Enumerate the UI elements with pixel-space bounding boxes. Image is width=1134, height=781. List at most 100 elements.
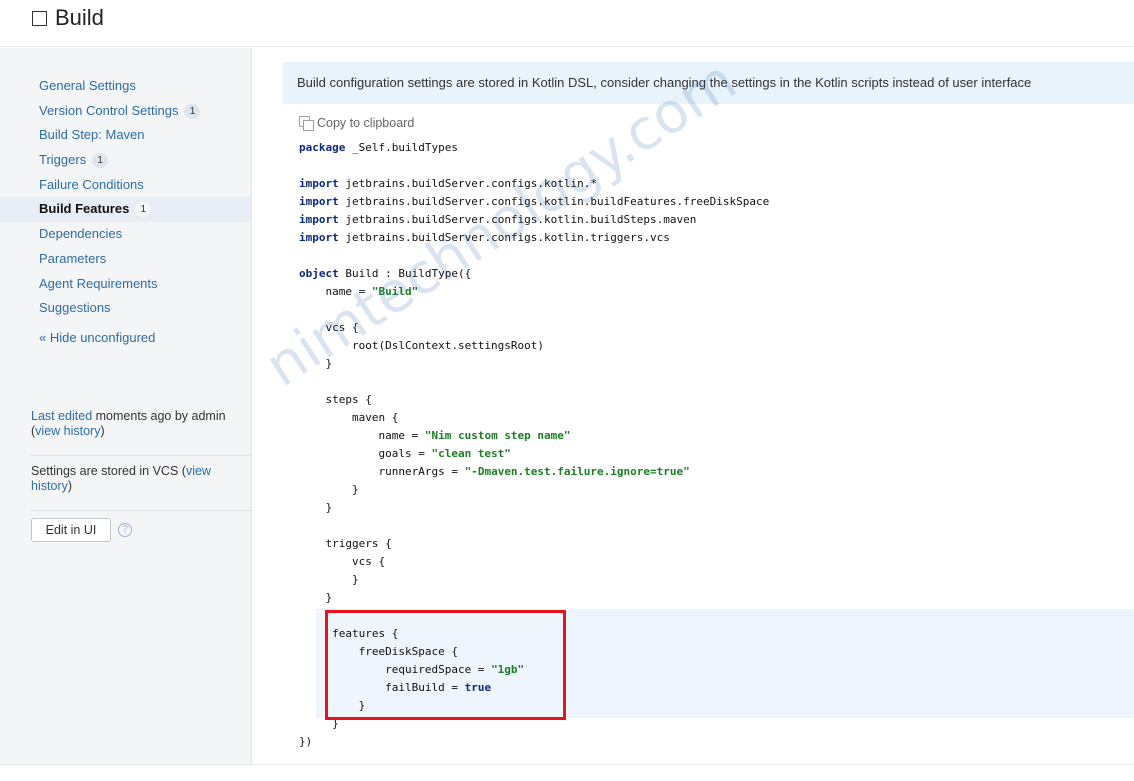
code-line: runnerArgs = "-Dmaven.test.failure.ignor… (299, 463, 769, 481)
sidebar-item-agent-requirements[interactable]: Agent Requirements (0, 272, 251, 297)
code-text: root(DslContext.settingsRoot) (299, 339, 545, 352)
sidebar-item-suggestions[interactable]: Suggestions (0, 296, 251, 321)
code-line: import jetbrains.buildServer.configs.kot… (299, 175, 769, 193)
code-text: name = (299, 429, 425, 442)
code-line: name = "Build" (299, 283, 769, 301)
code-text: runnerArgs = (299, 465, 465, 478)
code-line: import jetbrains.buildServer.configs.kot… (299, 211, 769, 229)
code-line: package _Self.buildTypes (299, 139, 769, 157)
sidebar-item-general-settings[interactable]: General Settings (0, 74, 251, 99)
sidebar-item-triggers[interactable]: Triggers 1 (0, 148, 251, 173)
code-line: steps { (299, 391, 769, 409)
code-line: } (299, 499, 769, 517)
code-text: } (299, 501, 333, 514)
last-edited-link[interactable]: Last edited (31, 409, 92, 423)
code-line: goals = "clean test" (299, 445, 769, 463)
code-line: import jetbrains.buildServer.configs.kot… (299, 229, 769, 247)
code-text: name = (299, 285, 372, 298)
code-text: vcs { (299, 321, 359, 334)
help-icon[interactable]: ? (118, 523, 132, 537)
sidebar: General Settings Version Control Settings… (0, 48, 252, 764)
copy-label: Copy to clipboard (317, 116, 415, 130)
code-keyword: package (299, 141, 346, 154)
sidebar-item-label: General Settings (39, 78, 136, 93)
divider (31, 510, 251, 511)
view-history-link[interactable]: view history (35, 424, 100, 438)
sidebar-item-label: Version Control Settings (39, 102, 179, 118)
count-badge: 1 (184, 103, 201, 119)
page-footer (0, 764, 1134, 781)
code-line: object Build : BuildType({ (299, 265, 769, 283)
code-text: triggers { (299, 537, 392, 550)
sidebar-item-failure-conditions[interactable]: Failure Conditions (0, 173, 251, 198)
code-line: } (299, 589, 769, 607)
sidebar-item-label: Build Features (39, 201, 130, 217)
code-line: } (299, 355, 769, 373)
code-text: } (299, 591, 333, 604)
sidebar-item-label: Build Step: Maven (39, 127, 145, 143)
code-text: } (299, 357, 333, 370)
code-line: }) (299, 733, 769, 751)
code-text: jetbrains.buildServer.configs.kotlin.bui… (338, 195, 770, 208)
code-line: vcs { (299, 553, 769, 571)
code-keyword: object (299, 267, 339, 280)
page-header: Build (0, 0, 1134, 47)
code-line: vcs { (299, 319, 769, 337)
sidebar-item-label: Triggers (39, 152, 87, 168)
code-string: "-Dmaven.test.failure.ignore=true" (464, 465, 690, 478)
code-text: _Self.buildTypes (345, 141, 458, 154)
code-line: } (299, 571, 769, 589)
code-string: "clean test" (431, 447, 511, 460)
vcs-text: Settings are stored in VCS ( (31, 464, 186, 478)
sidebar-item-version-control-settings[interactable]: Version Control Settings 1 (0, 99, 251, 124)
divider (31, 455, 251, 456)
code-text: jetbrains.buildServer.configs.kotlin.* (338, 177, 598, 190)
code-keyword: import (299, 195, 339, 208)
sidebar-item-label: Agent Requirements (39, 275, 158, 291)
copy-icon (299, 116, 314, 131)
features-highlight-frame (325, 610, 566, 720)
code-keyword: import (299, 213, 339, 226)
code-text: maven { (299, 411, 399, 424)
code-line: import jetbrains.buildServer.configs.kot… (299, 193, 769, 211)
code-text: jetbrains.buildServer.configs.kotlin.bui… (338, 213, 697, 226)
last-edited-text: moments ago by admin (92, 409, 226, 423)
count-badge: 1 (135, 202, 152, 218)
code-line: root(DslContext.settingsRoot) (299, 337, 769, 355)
checkbox-icon[interactable] (32, 11, 47, 26)
code-line: maven { (299, 409, 769, 427)
code-text: } (299, 483, 359, 496)
code-text: }) (299, 735, 313, 748)
sidebar-item-label: Failure Conditions (39, 176, 144, 192)
code-text: Build : BuildType({ (338, 267, 472, 280)
count-badge: 1 (92, 153, 109, 169)
dsl-info-banner: Build configuration settings are stored … (283, 62, 1134, 104)
code-line: name = "Nim custom step name" (299, 427, 769, 445)
sidebar-item-dependencies[interactable]: Dependencies (0, 222, 251, 247)
sidebar-item-build-step-maven[interactable]: Build Step: Maven (0, 123, 251, 148)
code-text: } (299, 573, 359, 586)
edit-in-ui-button[interactable]: Edit in UI (31, 518, 111, 542)
vcs-info: Settings are stored in VCS (view history… (31, 464, 211, 493)
page-title: Build (55, 5, 104, 30)
code-keyword: import (299, 177, 339, 190)
sidebar-item-label: Suggestions (39, 300, 111, 316)
code-string: "Nim custom step name" (424, 429, 571, 442)
code-text: vcs { (299, 555, 386, 568)
last-edited-info: Last edited moments ago by admin (view hi… (31, 409, 226, 438)
sidebar-item-parameters[interactable]: Parameters (0, 247, 251, 272)
copy-to-clipboard-button[interactable]: Copy to clipboard (299, 116, 415, 131)
code-keyword: import (299, 231, 339, 244)
code-text: jetbrains.buildServer.configs.kotlin.tri… (338, 231, 670, 244)
sidebar-item-build-features[interactable]: Build Features 1 (0, 197, 251, 223)
code-line: triggers { (299, 535, 769, 553)
code-string: "Build" (371, 285, 419, 298)
hide-unconfigured-link[interactable]: « Hide unconfigured (39, 330, 155, 345)
code-text: goals = (299, 447, 432, 460)
sidebar-nav: General Settings Version Control Settings… (0, 74, 251, 321)
